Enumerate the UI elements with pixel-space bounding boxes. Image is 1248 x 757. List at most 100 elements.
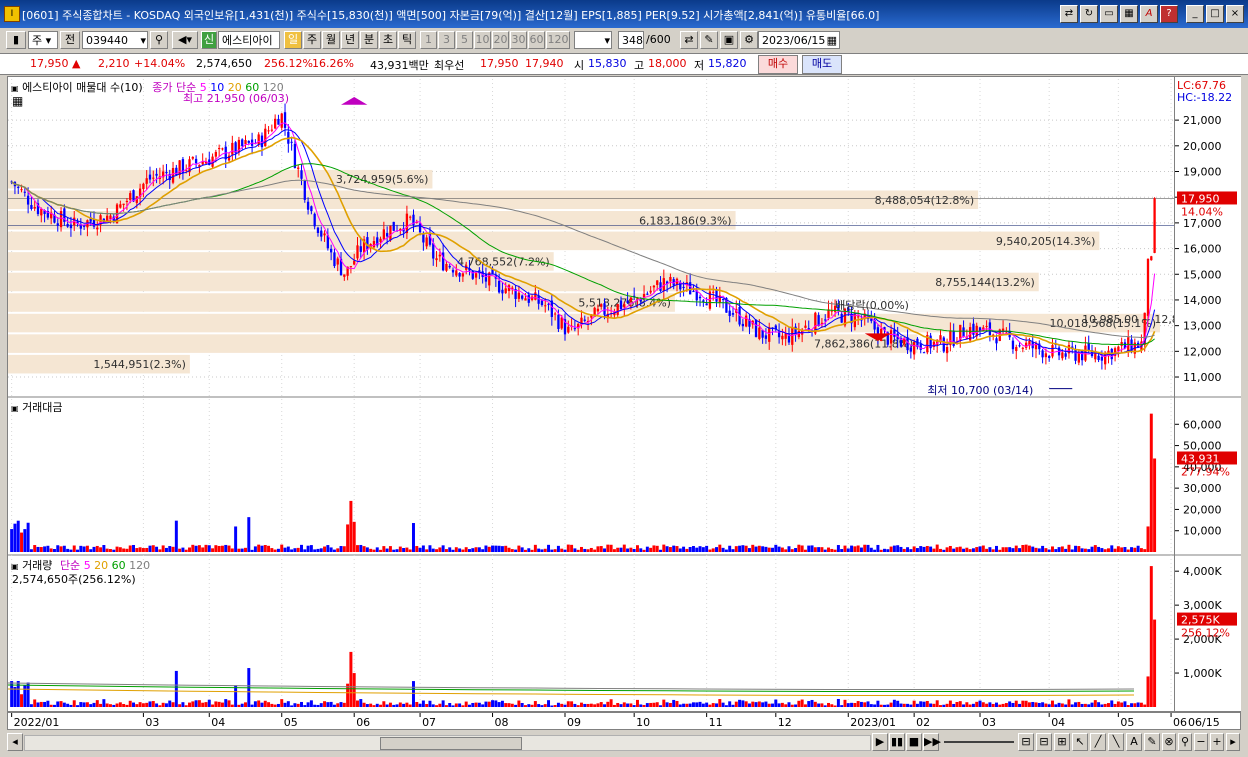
maximize-button[interactable]: □ — [1206, 5, 1224, 23]
interval-tab-30[interactable]: 30 — [510, 31, 527, 49]
gear-icon[interactable]: ⚙ — [740, 31, 758, 49]
pane-toggle-icon[interactable]: ▣ — [11, 84, 19, 93]
volume-bar — [1093, 700, 1097, 707]
speed-slider[interactable] — [944, 741, 1014, 743]
candle-body — [343, 274, 346, 277]
volume-bar — [359, 699, 363, 707]
scroll-right-button[interactable]: ▸ — [1226, 733, 1240, 751]
line-tool-icon[interactable]: ╱ — [1090, 733, 1106, 751]
period-tab-3[interactable]: 년 — [341, 31, 359, 49]
period-tab-0[interactable]: 일 — [284, 31, 302, 49]
candle-body — [461, 273, 465, 277]
volume-bar — [929, 703, 933, 707]
interval-tab-120[interactable]: 120 — [546, 31, 570, 49]
interval-tab-1[interactable]: 1 — [420, 31, 437, 49]
market-select[interactable]: 주 ▾ — [28, 31, 58, 49]
code-input[interactable]: 039440 ▾ — [82, 31, 148, 49]
count-total: /600 — [646, 33, 671, 46]
period-tab-2[interactable]: 월 — [322, 31, 340, 49]
candle-body — [165, 171, 168, 174]
close-button[interactable]: × — [1226, 5, 1244, 23]
chart-tool-icon[interactable]: ⊟ — [1018, 733, 1034, 751]
chevron-down-icon[interactable]: ▾ — [604, 32, 610, 50]
range-note: 10,985.00 ~ 12,890.00 — [1082, 313, 1174, 326]
fast-forward-icon[interactable]: ▶▶ — [923, 733, 941, 751]
text-tool-icon[interactable]: A — [1126, 733, 1142, 751]
amount-bar — [435, 549, 439, 552]
pane-toggle-icon[interactable]: ▣ — [11, 562, 19, 571]
layout-icon[interactable]: ▭ — [1100, 5, 1118, 23]
chart-canvas[interactable]: 1,544,951(2.3%)7,862,386(11.8%)10,018,56… — [8, 77, 1174, 711]
candle-body — [626, 300, 629, 303]
candle-body — [422, 234, 425, 243]
sell-button[interactable]: 매도 — [802, 55, 842, 74]
grid-icon[interactable]: ▦ — [12, 94, 23, 108]
grid-icon[interactable]: ▦ — [1120, 5, 1138, 23]
amount-bar — [168, 546, 172, 552]
interval-tab-60[interactable]: 60 — [528, 31, 545, 49]
period-tab-4[interactable]: 분 — [360, 31, 378, 49]
volume-bar — [125, 704, 129, 707]
scroll-left-button[interactable]: ◂ — [7, 733, 23, 751]
interval-tab-5[interactable]: 5 — [456, 31, 473, 49]
play-icon[interactable]: ▶ — [872, 733, 888, 751]
pause-icon[interactable]: ▮▮ — [889, 733, 905, 751]
link-icon[interactable]: ⇄ — [1060, 5, 1078, 23]
tool-icon[interactable]: ✎ — [700, 31, 718, 49]
scroll-track[interactable] — [24, 735, 871, 751]
volume-bar — [955, 701, 959, 707]
amount-bar — [1074, 545, 1078, 552]
search-icon[interactable]: ⚲ — [150, 31, 168, 49]
period-tab-1[interactable]: 주 — [303, 31, 321, 49]
refresh-icon[interactable]: ↻ — [1080, 5, 1098, 23]
scroll-thumb[interactable] — [380, 737, 522, 750]
amount-bar — [379, 549, 383, 552]
pane-toggle-icon[interactable]: ▣ — [11, 404, 19, 413]
amount-bar — [85, 545, 89, 552]
amount-bar — [1070, 549, 1074, 552]
amount-bar — [570, 544, 574, 552]
chart-tool-icon[interactable]: ⊟ — [1036, 733, 1052, 751]
buy-button[interactable]: 매수 — [758, 55, 798, 74]
chart-area[interactable]: 1,544,951(2.3%) 7,862,386(11.8%) 10,018,56… — [7, 76, 1175, 712]
calendar-icon[interactable]: ▦ — [827, 32, 837, 50]
amount-bar — [899, 546, 903, 552]
save-icon[interactable]: ▣ — [720, 31, 738, 49]
chevron-down-icon[interactable]: ▾ — [140, 32, 146, 50]
help-icon[interactable]: ? — [1160, 5, 1178, 23]
pen-tool-icon[interactable]: ✎ — [1144, 733, 1160, 751]
amount-bar — [975, 547, 979, 552]
scope-button[interactable]: 전 — [60, 31, 80, 49]
interval-tab-20[interactable]: 20 — [492, 31, 509, 49]
best-quote-label: 최우선 — [434, 59, 465, 72]
minus-icon[interactable]: − — [1194, 733, 1208, 751]
zoom-out-icon[interactable]: ⚲ — [1178, 733, 1192, 751]
count-input[interactable]: 348 — [618, 31, 644, 49]
chart-tool-icon[interactable]: ⊞ — [1054, 733, 1070, 751]
plus-icon[interactable]: + — [1210, 733, 1224, 751]
lock-icon[interactable]: ⊗ — [1162, 733, 1176, 751]
amount-bar — [1037, 548, 1041, 552]
zoom-icon[interactable]: ⇄ — [680, 31, 698, 49]
interval-input[interactable]: ▾ — [574, 31, 612, 49]
candle-body — [349, 266, 353, 268]
period-tab-6[interactable]: 틱 — [398, 31, 416, 49]
font-icon[interactable]: A — [1140, 5, 1158, 23]
cursor-icon[interactable]: ↖ — [1072, 733, 1088, 751]
volume-bar — [873, 704, 877, 707]
sound-icon[interactable]: ◀▾ — [172, 31, 198, 49]
line-tool-icon[interactable]: ╲ — [1108, 733, 1124, 751]
minimize-button[interactable]: _ — [1186, 5, 1204, 23]
interval-tab-10[interactable]: 10 — [474, 31, 491, 49]
chart-type-icon[interactable]: ▮ — [6, 31, 26, 49]
interval-tab-3[interactable]: 3 — [438, 31, 455, 49]
period-tab-5[interactable]: 초 — [379, 31, 397, 49]
amount-bar — [270, 548, 274, 552]
volume-bar — [418, 703, 422, 707]
volume-bar — [214, 701, 218, 707]
date-input[interactable]: 2023/06/15 ▦ — [758, 31, 840, 49]
volume-bar — [1090, 702, 1094, 707]
stop-icon[interactable]: ■ — [906, 733, 922, 751]
amount-bar — [181, 547, 185, 552]
amount-bar — [1083, 548, 1087, 552]
